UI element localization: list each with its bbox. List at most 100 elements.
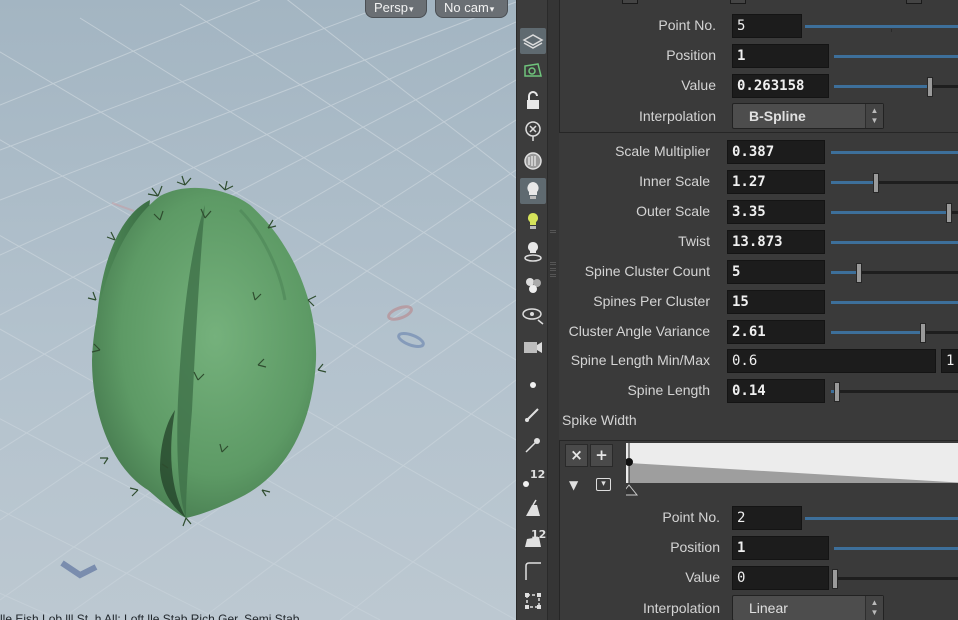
ramp-top-value-row: Value 0.263158: [559, 73, 958, 99]
transform-icon[interactable]: [520, 588, 546, 614]
value-slider[interactable]: [834, 77, 958, 97]
param-value-field[interactable]: 15: [727, 290, 825, 314]
param-value-field[interactable]: 0.14: [727, 379, 825, 403]
param-row: Spine Length Min/Max 0.6 1: [559, 348, 958, 374]
ramp-key-handle[interactable]: [730, 0, 746, 4]
spike-interpolation-row: Interpolation Linear ▲ ▼: [559, 594, 958, 620]
lock-icon[interactable]: [520, 88, 546, 114]
param-label: Twist: [678, 233, 710, 249]
camera-view-icon[interactable]: [520, 302, 546, 328]
value-slider[interactable]: [832, 569, 958, 589]
param-label: Outer Scale: [636, 203, 710, 219]
param-slider[interactable]: [831, 301, 958, 304]
remove-point-button[interactable]: ×: [565, 444, 588, 467]
collapse-triangle-icon[interactable]: ▼: [569, 478, 578, 492]
spike-point-no-row: Point No. 2: [559, 505, 958, 531]
x-ray-icon[interactable]: [520, 118, 546, 144]
ramp-menu-icon[interactable]: ▾: [596, 478, 611, 491]
param-min-field[interactable]: 0.6: [727, 349, 936, 373]
spin-arrows-icon: ▲ ▼: [865, 104, 883, 128]
value-slider-thumb[interactable]: [832, 569, 838, 589]
param-slider-fill: [831, 301, 958, 304]
interpolation-label: Interpolation: [638, 108, 716, 124]
value-label: Value: [681, 77, 716, 93]
param-slider-thumb[interactable]: [920, 323, 927, 343]
viewport-status-text: lle Eish Lob lll St. h All: Loft lle Sta…: [0, 612, 300, 620]
point-icon[interactable]: [520, 372, 546, 398]
point-no-slider[interactable]: [805, 517, 958, 520]
value-slider-thumb[interactable]: [927, 77, 934, 97]
divider-grip: [550, 262, 556, 265]
point-no-field[interactable]: 2: [732, 506, 802, 530]
light-link-icon[interactable]: [520, 238, 546, 264]
param-slider[interactable]: [831, 323, 958, 343]
spike-value-row: Value 0: [559, 565, 958, 591]
param-label: Cluster Angle Variance: [568, 323, 710, 339]
param-value-field[interactable]: 1.27: [727, 170, 825, 194]
camera-flipbook-icon[interactable]: [520, 334, 546, 360]
param-slider-thumb[interactable]: [872, 173, 879, 193]
particles-icon[interactable]: [520, 272, 546, 298]
prim-number-badge: 12: [531, 528, 547, 541]
param-row: Twist 13.873: [559, 229, 958, 255]
param-slider[interactable]: [831, 241, 958, 244]
param-value-field[interactable]: 3.35: [727, 200, 825, 224]
point-number-icon[interactable]: 12: [520, 464, 546, 490]
parameter-panel: Point No. 5 Position 1 Value 0.263158 In…: [559, 0, 958, 620]
lightbulb-icon[interactable]: [520, 208, 546, 234]
pen-icon[interactable]: [520, 432, 546, 458]
prim-number-icon[interactable]: 12: [520, 526, 546, 552]
eraser-icon[interactable]: [520, 496, 546, 522]
param-slider-thumb[interactable]: [833, 382, 840, 402]
param-slider-fill: [831, 151, 958, 154]
interpolation-menu[interactable]: Linear ▲ ▼: [732, 595, 884, 620]
spike-position-row: Position 1: [559, 535, 958, 561]
ramp-key-handle[interactable]: [906, 0, 922, 4]
ghost-object-icon[interactable]: [520, 58, 546, 84]
value-slider-fill: [834, 85, 930, 88]
add-point-button[interactable]: +: [590, 444, 613, 467]
param-value-field[interactable]: 5: [727, 260, 825, 284]
param-slider-thumb[interactable]: [856, 263, 862, 283]
param-row: Spines Per Cluster 15: [559, 289, 958, 315]
light-icon[interactable]: [520, 178, 546, 204]
scene-viewport[interactable]: Persp▾ No cam▾ lle Eish Lob lll St. h Al…: [0, 0, 516, 620]
param-row: Spine Cluster Count 5: [559, 259, 958, 285]
spike-width-ramp-graph[interactable]: [626, 443, 958, 498]
position-slider[interactable]: [834, 547, 958, 550]
point-no-label: Point No.: [658, 17, 716, 33]
param-slider[interactable]: [831, 151, 958, 154]
point-no-field[interactable]: 5: [732, 14, 802, 38]
shading-icon[interactable]: [520, 148, 546, 174]
param-slider[interactable]: [831, 203, 958, 223]
param-slider[interactable]: [831, 173, 958, 193]
position-label: Position: [666, 47, 716, 63]
param-label: Spines Per Cluster: [593, 293, 710, 309]
param-max-field[interactable]: 1: [941, 349, 958, 373]
display-options-icon[interactable]: [520, 28, 546, 54]
curve-icon[interactable]: [520, 558, 546, 584]
param-slider[interactable]: [831, 263, 958, 283]
point-no-slider[interactable]: [805, 25, 958, 32]
param-label: Spine Length: [627, 382, 710, 398]
value-field[interactable]: 0: [732, 566, 829, 590]
param-slider[interactable]: [831, 382, 958, 402]
ramp-key-handle[interactable]: [626, 484, 639, 496]
interpolation-menu[interactable]: B-Spline ▲ ▼: [732, 103, 884, 129]
param-slider-thumb[interactable]: [945, 203, 952, 223]
camera-select-menu[interactable]: No cam▾: [435, 0, 508, 18]
value-field[interactable]: 0.263158: [732, 74, 829, 98]
position-field[interactable]: 1: [732, 536, 829, 560]
param-slider-fill: [831, 271, 859, 274]
brush-icon[interactable]: [520, 402, 546, 428]
pane-divider[interactable]: [548, 0, 559, 620]
param-value-field[interactable]: 2.61: [727, 320, 825, 344]
param-slider-fill: [831, 331, 924, 334]
position-slider[interactable]: [834, 55, 958, 58]
camera-mode-menu[interactable]: Persp▾: [365, 0, 427, 18]
param-value-field[interactable]: 13.873: [727, 230, 825, 254]
viewport-grid: [0, 0, 516, 620]
param-value-field[interactable]: 0.387: [727, 140, 825, 164]
ramp-key-handle[interactable]: [622, 0, 638, 4]
position-field[interactable]: 1: [732, 44, 829, 68]
